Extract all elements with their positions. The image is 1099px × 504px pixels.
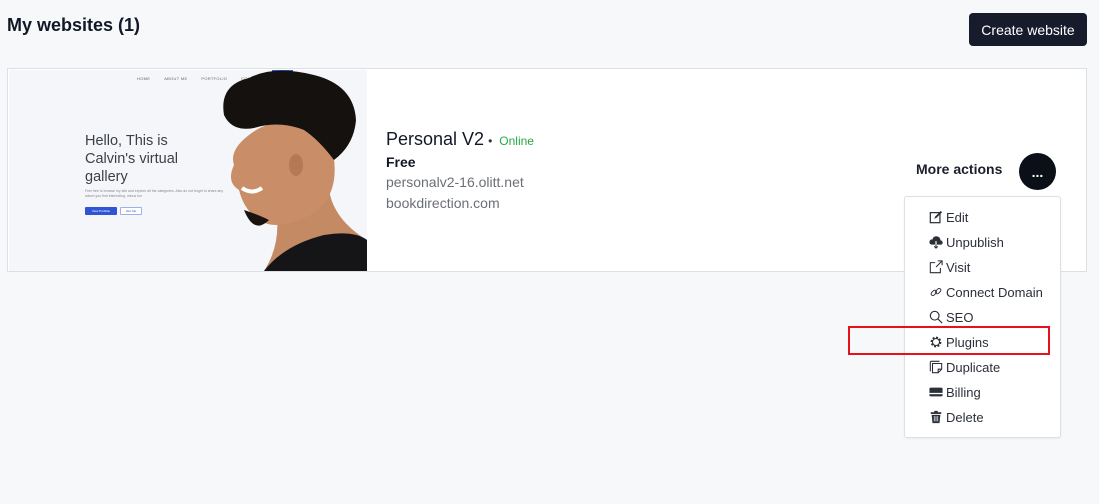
- menu-item-label: Edit: [946, 209, 969, 225]
- menu-item-visit[interactable]: Visit: [929, 257, 970, 277]
- menu-item-edit[interactable]: Edit: [929, 207, 968, 227]
- duplicate-icon: [929, 360, 943, 374]
- trash-icon: [930, 410, 942, 424]
- thumbnail-secondary-button: Hire Me: [120, 207, 142, 215]
- menu-item-label: Connect Domain: [946, 284, 1043, 300]
- menu-item-label: Billing: [946, 384, 981, 400]
- website-thumbnail[interactable]: HOME ABOUT ME PORTFOLIO CONTACT Hire Me …: [9, 70, 367, 271]
- site-domain-link[interactable]: bookdirection.com: [386, 195, 500, 211]
- menu-item-label: SEO: [946, 309, 974, 325]
- link-icon: [930, 287, 942, 297]
- site-name-row: Personal V2 • Online: [386, 129, 534, 150]
- menu-item-delete[interactable]: Delete: [929, 407, 984, 427]
- menu-item-unpublish[interactable]: Unpublish: [929, 232, 1004, 252]
- thumbnail-heading: Hello, This is Calvin's virtual gallery: [85, 133, 179, 185]
- thumbnail-nav-item: HOME: [137, 76, 151, 81]
- plugins-highlight-annotation: [848, 326, 1050, 355]
- menu-item-seo[interactable]: SEO: [929, 307, 973, 327]
- edit-icon: [929, 210, 943, 224]
- page-title: My websites (1): [7, 15, 141, 35]
- site-plan: Free: [386, 154, 416, 170]
- menu-item-duplicate[interactable]: Duplicate: [929, 357, 1000, 377]
- cloud-download-icon: [929, 236, 943, 249]
- menu-item-label: Unpublish: [946, 234, 1004, 250]
- credit-card-icon: [929, 387, 943, 397]
- site-name[interactable]: Personal V2: [386, 129, 484, 149]
- menu-item-billing[interactable]: Billing: [929, 382, 981, 402]
- actions-dropdown-menu: Edit Unpublish Visit Connect Domain SEO …: [904, 196, 1061, 438]
- more-actions-button[interactable]: ...: [1019, 153, 1056, 190]
- more-actions-label: More actions: [916, 161, 1003, 177]
- portrait-photo: [223, 70, 367, 271]
- status-badge: Online: [499, 134, 534, 148]
- separator-dot: •: [488, 134, 493, 148]
- thumbnail-primary-button: View Portfolio: [85, 207, 117, 215]
- menu-item-connect-domain[interactable]: Connect Domain: [929, 282, 1043, 302]
- site-subdomain-link[interactable]: personalv2-16.olitt.net: [386, 174, 524, 190]
- create-website-button[interactable]: Create website: [969, 13, 1087, 46]
- menu-item-label: Visit: [946, 259, 971, 275]
- menu-item-label: Delete: [946, 409, 984, 425]
- thumbnail-nav-item: ABOUT ME: [164, 76, 188, 81]
- external-link-icon: [929, 260, 943, 274]
- search-icon: [929, 310, 943, 324]
- menu-item-label: Duplicate: [946, 359, 1001, 375]
